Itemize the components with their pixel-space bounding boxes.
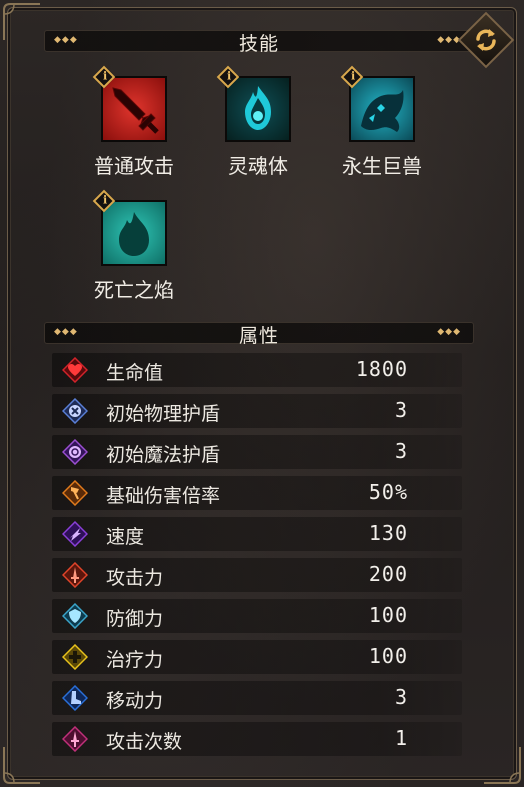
- heart-icon: [62, 357, 88, 383]
- attr-row-move: 移动力 3: [52, 681, 462, 715]
- skill-normal-attack[interactable]: i 普通攻击: [79, 65, 189, 179]
- sword-icon: [112, 87, 159, 134]
- skill-icon-frame: i: [340, 65, 415, 142]
- heal-icon: [62, 644, 88, 670]
- skill-icon-frame: i: [216, 65, 291, 142]
- swap-arrows-icon: [476, 29, 496, 51]
- beast-icon: [361, 90, 404, 132]
- skill-death-flame[interactable]: i 死亡之焰: [79, 189, 189, 303]
- attr-row-physical-shield: 初始物理护盾 3: [52, 394, 462, 428]
- speed-icon: [62, 521, 88, 547]
- boot-icon: [62, 685, 88, 711]
- attr-row-heal: 治疗力 100: [52, 640, 462, 674]
- attr-row-hp: 生命值 1800: [52, 353, 462, 387]
- attr-row-attack-count: 攻击次数 1: [52, 722, 462, 756]
- attr-row-defense: 防御力 100: [52, 599, 462, 633]
- skill-icon-frame: i: [92, 65, 167, 142]
- skill-immortal-beast[interactable]: i 永生巨兽: [327, 65, 437, 179]
- attr-row-attack: 攻击力 200: [52, 558, 462, 592]
- dots-ornament-icon: ◆◆◆: [437, 327, 461, 337]
- skill-soul-body[interactable]: i 灵魂体: [203, 65, 313, 179]
- corner-ornament-icon: [478, 741, 524, 787]
- corner-ornament-icon: [0, 741, 46, 787]
- attributes-header: ◆◆◆ 属性 ◆◆◆: [44, 322, 474, 347]
- attr-row-magic-shield: 初始魔法护盾 3: [52, 435, 462, 469]
- defense-icon: [62, 603, 88, 629]
- skills-title: 技能: [238, 33, 279, 55]
- magic-shield-icon: [62, 439, 88, 465]
- skill-label: 永生巨兽: [342, 154, 422, 178]
- axe-icon: [62, 480, 88, 506]
- attack-icon: [62, 562, 88, 588]
- skill-icon-frame: i: [92, 189, 167, 266]
- skill-label: 灵魂体: [228, 154, 288, 178]
- skill-label: 普通攻击: [94, 154, 174, 178]
- death-flame-icon: [119, 212, 149, 256]
- attr-row-damage-rate: 基础伤害倍率 50%: [52, 476, 462, 510]
- skills-header: ◆◆◆ 技能 ◆◆◆: [44, 30, 474, 55]
- soul-flame-icon: [245, 86, 271, 130]
- character-detail-panel: ◆◆◆ 技能 ◆◆◆ i 普通攻击 i 灵魂体 i 永生巨兽 i 死亡之焰 ◆◆…: [0, 0, 524, 787]
- physical-shield-icon: [62, 398, 88, 424]
- attr-row-speed: 速度 130: [52, 517, 462, 551]
- skill-label: 死亡之焰: [94, 278, 174, 302]
- corner-ornament-icon: [0, 0, 46, 46]
- attack-count-icon: [62, 726, 88, 752]
- attributes-title: 属性: [238, 325, 279, 347]
